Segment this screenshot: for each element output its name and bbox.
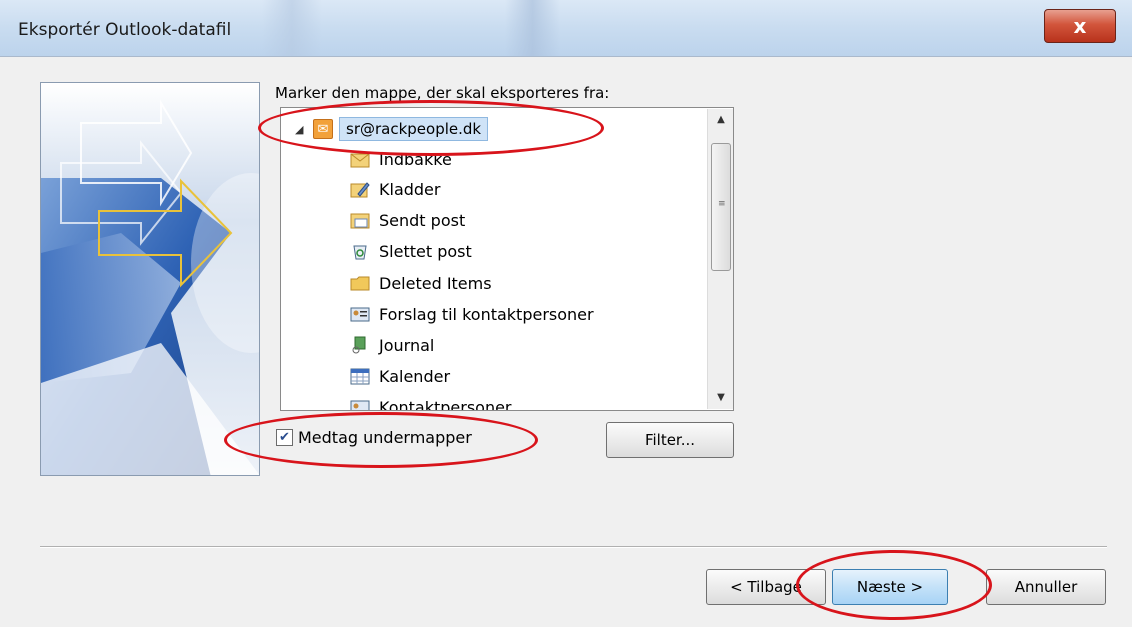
journal-icon xyxy=(349,335,371,355)
grip-icon: ≡ xyxy=(718,199,726,209)
tree-item-label: Kontaktpersoner xyxy=(379,397,512,411)
cancel-button[interactable]: Annuller xyxy=(986,569,1106,605)
annotation-ellipse-next xyxy=(796,550,992,620)
tree-item-forslag[interactable]: Forslag til kontaktpersoner xyxy=(349,299,594,329)
tree-item-journal[interactable]: Journal xyxy=(349,330,434,360)
tree-item-label: Journal xyxy=(379,335,435,355)
tree-item-label: Sendt post xyxy=(379,210,466,230)
annotation-ellipse-subfolders xyxy=(224,412,538,468)
wizard-banner-image xyxy=(40,82,260,476)
export-dialog: Eksportér Outlook-datafil x Marker den m… xyxy=(0,0,1132,627)
contacts-icon xyxy=(349,397,371,410)
calendar-icon xyxy=(349,366,371,386)
scroll-up-arrow-icon[interactable]: ▲ xyxy=(708,109,733,131)
footer-divider xyxy=(40,546,1107,548)
deleted-icon xyxy=(349,241,371,261)
scroll-down-arrow-icon[interactable]: ▼ xyxy=(708,387,733,409)
folder-icon xyxy=(349,273,371,293)
tree-item-label: Kalender xyxy=(379,366,451,386)
tree-item-kontaktpersoner[interactable]: Kontaktpersoner xyxy=(349,392,512,411)
titlebar-decoration xyxy=(262,0,322,56)
tree-item-label: Forslag til kontaktpersoner xyxy=(379,304,594,324)
arrows-graphic xyxy=(41,83,259,475)
tree-item-sendt-post[interactable]: Sendt post xyxy=(349,205,465,235)
tree-item-kladder[interactable]: Kladder xyxy=(349,174,440,204)
tree-item-deleted-items[interactable]: Deleted Items xyxy=(349,268,492,298)
tree-item-slettet-post[interactable]: Slettet post xyxy=(349,236,472,266)
close-button[interactable]: x xyxy=(1044,9,1116,43)
annotation-ellipse-account xyxy=(258,100,604,156)
drafts-icon xyxy=(349,179,371,199)
scrollbar-thumb[interactable]: ≡ xyxy=(711,143,731,271)
tree-item-kalender[interactable]: Kalender xyxy=(349,361,450,391)
titlebar-decoration xyxy=(505,0,560,56)
title-bar: Eksportér Outlook-datafil x xyxy=(0,0,1132,57)
filter-button[interactable]: Filter... xyxy=(606,422,734,458)
contacts-icon xyxy=(349,304,371,324)
tree-scrollbar[interactable]: ▲ ≡ ▼ xyxy=(707,109,733,409)
sent-icon xyxy=(349,210,371,230)
tree-item-label: Deleted Items xyxy=(379,273,492,293)
tree-item-label: Slettet post xyxy=(379,241,472,261)
window-title: Eksportér Outlook-datafil xyxy=(18,20,232,40)
tree-item-label: Kladder xyxy=(379,179,441,199)
